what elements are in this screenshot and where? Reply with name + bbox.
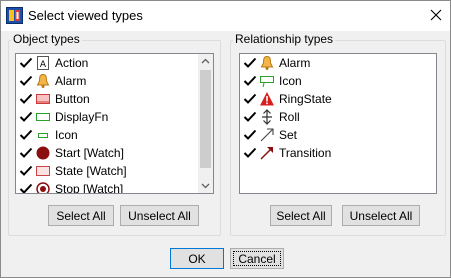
close-icon xyxy=(430,9,442,21)
checkmark-icon[interactable] xyxy=(19,164,33,178)
svg-text:A: A xyxy=(40,60,47,70)
checkmark-icon[interactable] xyxy=(19,128,33,142)
list-item-label: Set xyxy=(279,128,298,142)
bell-icon xyxy=(260,55,274,70)
start-state-icon xyxy=(36,146,50,160)
checkmark-icon[interactable] xyxy=(19,92,33,106)
list-item-label: State [Watch] xyxy=(55,164,127,178)
checkmark-icon[interactable] xyxy=(243,128,257,142)
relationship-types-label: Relationship types xyxy=(233,32,336,46)
focus-rectangle xyxy=(233,251,281,266)
object-select-all-button[interactable]: Select All xyxy=(48,205,114,226)
list-item-stop-watch[interactable]: Stop [Watch] xyxy=(16,180,213,194)
relationship-types-group: Relationship types Alarm Icon RingState xyxy=(230,32,446,236)
button-icon xyxy=(36,94,50,104)
list-item-displayfn[interactable]: DisplayFn xyxy=(16,108,213,126)
list-item-alarm[interactable]: Alarm xyxy=(16,72,213,90)
checkmark-icon[interactable] xyxy=(243,146,257,160)
title-bar: Select viewed types xyxy=(1,1,450,31)
scroll-up-icon[interactable] xyxy=(201,57,210,66)
list-item-icon[interactable]: Icon xyxy=(240,72,436,90)
list-item-action[interactable]: A Action xyxy=(16,54,213,72)
select-viewed-types-dialog: Select viewed types Object types A Actio… xyxy=(0,0,451,278)
list-item-button[interactable]: Button xyxy=(16,90,213,108)
action-icon: A xyxy=(37,56,49,70)
object-types-list[interactable]: A Action Alarm Button DisplayFn Icon Sta… xyxy=(15,53,214,194)
checkmark-icon[interactable] xyxy=(19,56,33,70)
stop-state-icon xyxy=(36,182,50,193)
checkmark-icon[interactable] xyxy=(243,74,257,88)
list-item-label: Stop [Watch] xyxy=(55,182,124,194)
warning-icon xyxy=(260,92,274,106)
relationship-unselect-all-button[interactable]: Unselect All xyxy=(342,205,420,226)
relationship-select-all-button[interactable]: Select All xyxy=(270,205,332,226)
app-icon xyxy=(6,7,23,24)
checkmark-icon[interactable] xyxy=(243,110,257,124)
ok-button[interactable]: OK xyxy=(170,248,224,269)
checkmark-icon[interactable] xyxy=(19,74,33,88)
list-item-label: DisplayFn xyxy=(55,110,109,124)
list-item-label: Button xyxy=(55,92,90,106)
list-item-label: Icon xyxy=(279,74,302,88)
close-button[interactable] xyxy=(422,1,450,29)
button-label: Select All xyxy=(56,209,106,223)
checkmark-icon[interactable] xyxy=(243,92,257,106)
list-item-label: Alarm xyxy=(279,56,311,70)
button-label: Unselect All xyxy=(128,209,191,223)
cancel-button[interactable]: Cancel xyxy=(230,248,284,269)
list-item-state-watch[interactable]: State [Watch] xyxy=(16,162,213,180)
relationship-types-list[interactable]: Alarm Icon RingState Roll Set Transition xyxy=(239,53,437,194)
list-item-label: Alarm xyxy=(55,74,87,88)
list-item-icon[interactable]: Icon xyxy=(16,126,213,144)
displayfn-icon xyxy=(36,113,50,121)
list-item-label: Start [Watch] xyxy=(55,146,124,160)
state-icon xyxy=(36,166,50,176)
list-item-ringstate[interactable]: RingState xyxy=(240,90,436,108)
list-item-roll[interactable]: Roll xyxy=(240,108,436,126)
list-item-label: RingState xyxy=(279,92,332,106)
list-item-label: Action xyxy=(55,56,89,70)
transition-arrow-icon xyxy=(260,147,273,160)
roll-arrows-icon xyxy=(262,109,272,125)
checkmark-icon[interactable] xyxy=(243,56,257,70)
checkmark-icon[interactable] xyxy=(19,182,33,194)
button-label: Unselect All xyxy=(349,209,413,223)
window-title: Select viewed types xyxy=(28,8,143,23)
bell-icon xyxy=(36,73,50,88)
set-arrow-icon xyxy=(260,128,274,142)
scroll-down-icon[interactable] xyxy=(201,181,210,190)
scrollbar-thumb[interactable] xyxy=(200,70,211,168)
button-label: Select All xyxy=(276,209,326,223)
list-item-transition[interactable]: Transition xyxy=(240,144,436,162)
list-item-label: Roll xyxy=(279,110,300,124)
list-item-label: Transition xyxy=(279,146,332,160)
list-item-label: Icon xyxy=(55,128,78,142)
list-item-set[interactable]: Set xyxy=(240,126,436,144)
icon-shape-icon xyxy=(260,76,274,88)
object-types-group: Object types A Action Alarm Button Displ… xyxy=(8,32,221,236)
list-item-start-watch[interactable]: Start [Watch] xyxy=(16,144,213,162)
list-item-alarm[interactable]: Alarm xyxy=(240,54,436,72)
vertical-scrollbar[interactable] xyxy=(198,54,213,193)
icon-shape-icon xyxy=(38,133,48,138)
checkmark-icon[interactable] xyxy=(19,146,33,160)
checkmark-icon[interactable] xyxy=(19,110,33,124)
object-types-label: Object types xyxy=(11,32,82,46)
button-label: OK xyxy=(188,252,206,266)
object-unselect-all-button[interactable]: Unselect All xyxy=(120,205,199,226)
